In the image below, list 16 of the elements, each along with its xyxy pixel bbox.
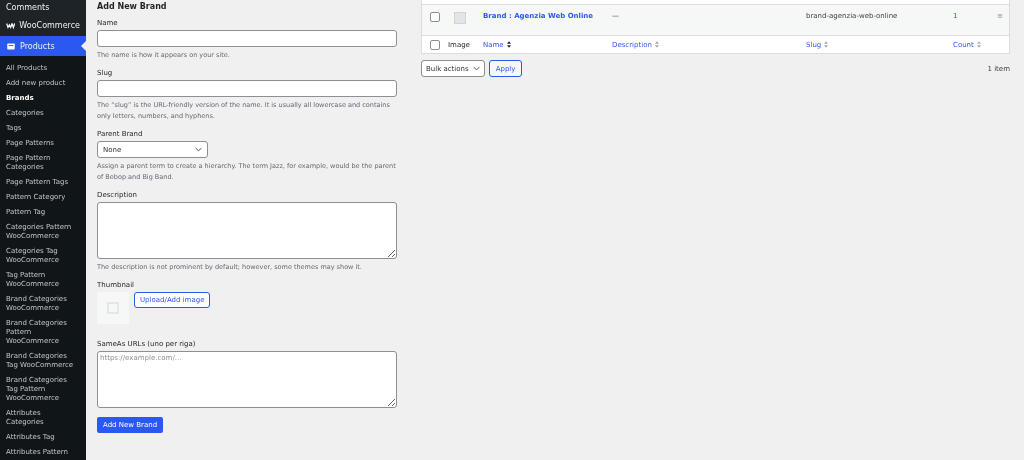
description-field[interactable]: [97, 202, 397, 259]
sort-arrows-icon[interactable]: [506, 41, 511, 48]
slug-field[interactable]: [97, 80, 397, 97]
chevron-down-icon: [195, 147, 202, 152]
image-placeholder: [454, 12, 466, 24]
woo-logo-icon: [6, 20, 16, 30]
folder-icon: [6, 41, 16, 51]
chevron-down-icon: [472, 66, 480, 71]
image-placeholder: [97, 292, 129, 324]
name-field[interactable]: [97, 30, 397, 47]
row-checkbox[interactable]: [430, 12, 440, 22]
menu-item[interactable]: Comments: [0, 0, 86, 14]
menu-item[interactable]: WooCommerce: [0, 14, 86, 36]
form-title: Add New Brand: [97, 2, 167, 11]
select-all-checkbox[interactable]: [430, 39, 440, 50]
menu-item[interactable]: Products: [0, 36, 86, 56]
